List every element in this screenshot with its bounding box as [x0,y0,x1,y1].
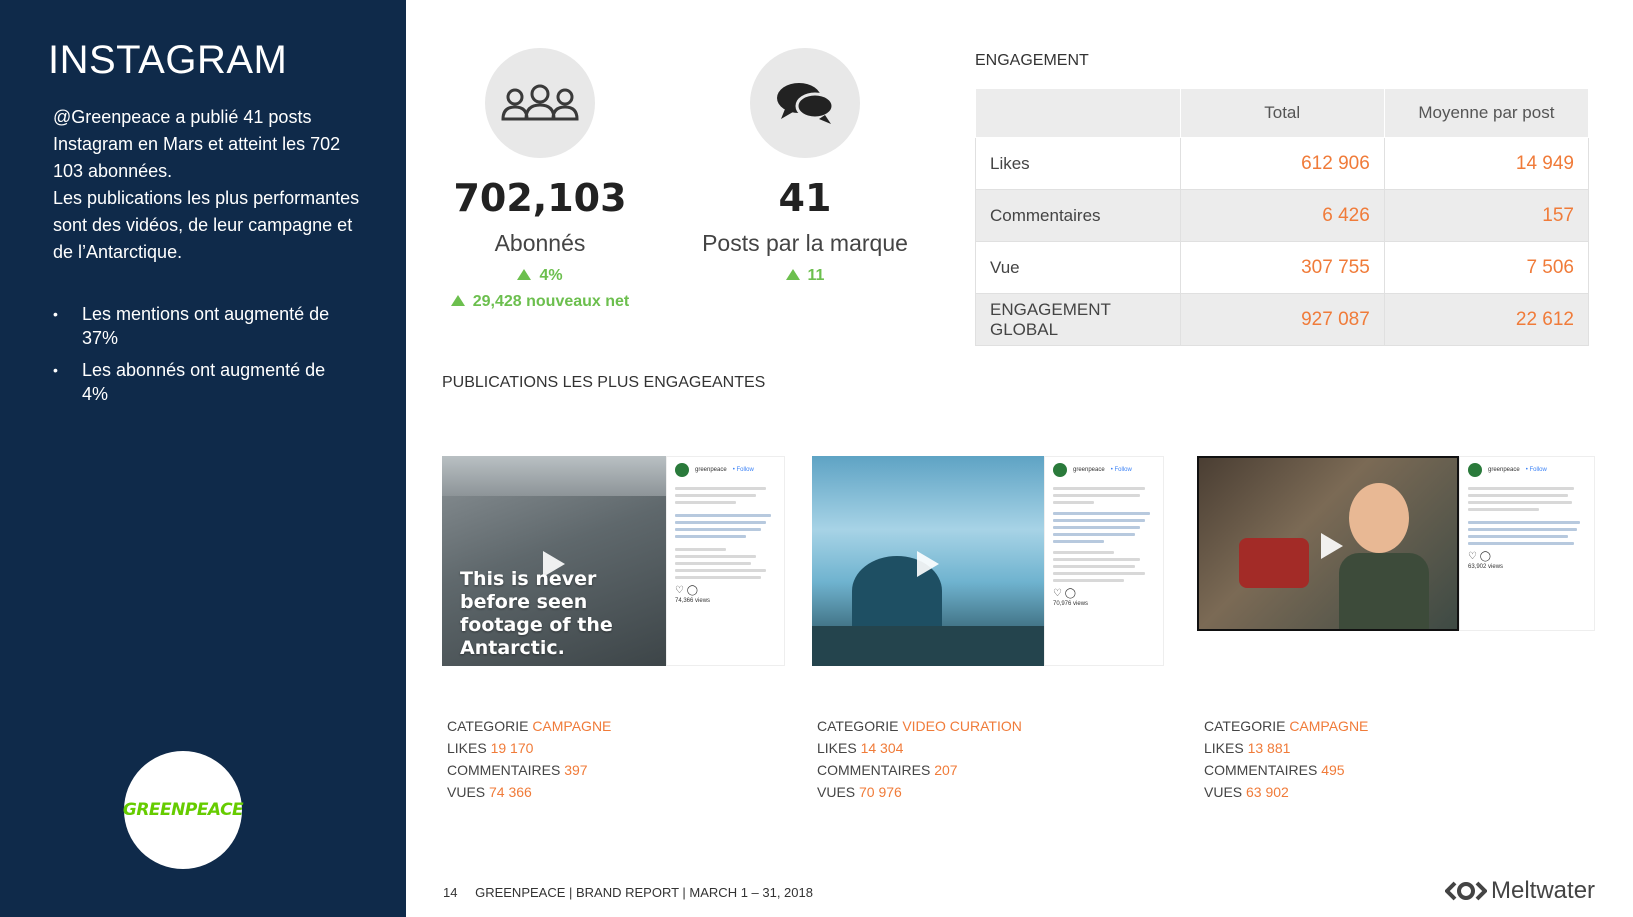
followers-label: Abonnés [494,230,586,256]
like-comment-icons[interactable]: ♡ ◯ [1053,588,1155,599]
category-value: CAMPAGNE [532,718,612,734]
account-name: greenpeace [695,467,727,473]
play-icon[interactable] [1321,533,1343,559]
column-header: Total [1179,88,1385,138]
table-header-row: Total Moyenne par post [975,88,1590,138]
post-details: greenpeace • Follow ♡ ◯ 70,976 views [1044,456,1164,666]
avatar [675,463,689,477]
bullet: • [53,306,58,322]
summary-paragraph-1: @Greenpeace a publié 41 posts Instagram … [53,107,341,181]
posts-label: Posts par la marque [702,230,908,256]
instagram-post-3[interactable]: greenpeace • Follow ♡ ◯ 63,902 views [1197,456,1595,666]
table-row: Vue 307 755 7 506 [975,241,1590,294]
logo-text: GREENPEACE [122,800,244,820]
followers-growth: 4% [425,267,655,285]
likes-value: 19 170 [490,740,534,756]
meltwater-logo: Meltwater [1445,877,1595,905]
report-page: INSTAGRAM @Greenpeace a publié 41 posts … [0,0,1633,917]
highlights-list: • Les mentions ont augmenté de 37% • Les a… [53,302,353,414]
views-value: 70 976 [859,784,902,800]
footer-text: GREENPEACE | BRAND REPORT | MARCH 1 – 31… [475,885,813,900]
posts-stat: 41 Posts par la marque 11 [680,48,930,285]
list-item: • Les abonnés ont augmenté de 4% [53,360,326,404]
greenpeace-logo: GREENPEACE [122,751,244,869]
posts-value: 41 [778,176,832,220]
posts-growth: 11 [680,267,930,285]
column-header [975,88,1181,138]
account-name: greenpeace [1488,467,1520,473]
views-count: 63,902 views [1468,564,1504,570]
page-number: 14 [443,885,458,900]
followers-value: 702,103 [453,176,627,220]
followers-new: 29,428 nouveaux net [425,293,655,311]
followers-stat: 702,103 Abonnés 4% 29,428 nouveaux net [425,48,655,311]
comments-value: 495 [1321,762,1345,778]
page-title: INSTAGRAM [48,38,288,82]
post-details: greenpeace • Follow ♡ ◯ 63,902 views [1459,456,1595,631]
table-row: ENGAGEMENT GLOBAL 927 087 22 612 [975,293,1590,346]
play-icon[interactable] [917,551,939,577]
like-comment-icons[interactable]: ♡ ◯ [675,585,776,596]
comments-value: 397 [564,762,588,778]
likes-value: 13 881 [1247,740,1291,756]
up-arrow-icon [517,269,532,280]
account-name: greenpeace [1073,467,1105,473]
bullet: • [53,362,58,378]
summary-text: @Greenpeace a publié 41 posts Instagram … [53,104,373,266]
video-caption: This is never before seen footage of the… [460,568,613,659]
video-thumbnail[interactable] [812,456,1044,666]
summary-paragraph-2: Les publications les plus performantes s… [53,188,360,262]
like-comment-icons[interactable]: ♡ ◯ [1468,551,1586,562]
views-value: 63 902 [1246,784,1289,800]
instagram-post-1[interactable]: This is never before seen footage of the… [442,456,785,666]
post-details: greenpeace • Follow ♡ ◯ 74,366 views [666,456,785,666]
chat-bubbles-icon [750,48,860,158]
up-arrow-icon [450,295,465,306]
list-item: • Les mentions ont augmenté de 37% [53,304,330,348]
meltwater-wordmark: Meltwater [1491,877,1596,904]
sidebar: INSTAGRAM @Greenpeace a publié 41 posts … [0,0,406,917]
video-thumbnail[interactable]: This is never before seen footage of the… [442,456,666,666]
up-arrow-icon [785,269,800,280]
engagement-table: Total Moyenne par post Likes 612 906 14 … [975,88,1590,346]
publications-title: PUBLICATIONS LES PLUS ENGAGEANTES [442,374,766,391]
views-count: 70,976 views [1053,601,1089,607]
category-value: CAMPAGNE [1289,718,1369,734]
meltwater-logo-icon [1445,881,1487,901]
comments-value: 207 [934,762,958,778]
avatar [1468,463,1482,477]
video-thumbnail[interactable] [1197,456,1459,631]
follow-link[interactable]: • Follow [733,467,754,473]
footer: 14 GREENPEACE | BRAND REPORT | MARCH 1 –… [443,885,813,900]
table-row: Likes 612 906 14 949 [975,137,1590,190]
category-value: VIDEO CURATION [902,718,1022,734]
engagement-title: ENGAGEMENT [975,52,1089,69]
table-row: Commentaires 6 426 157 [975,189,1590,242]
views-value: 74 366 [489,784,532,800]
views-count: 74,366 views [675,598,711,604]
post-2-stats: CATEGORIE VIDEO CURATION LIKES 14 304 CO… [817,718,1022,800]
avatar [1053,463,1067,477]
post-3-stats: CATEGORIE CAMPAGNE LIKES 13 881 COMMENTA… [1204,718,1369,800]
post-1-stats: CATEGORIE CAMPAGNE LIKES 19 170 COMMENTA… [447,718,612,800]
follow-link[interactable]: • Follow [1526,467,1547,473]
column-header: Moyenne par post [1383,88,1590,138]
instagram-post-2[interactable]: greenpeace • Follow ♡ ◯ 70,976 views [812,456,1164,666]
likes-value: 14 304 [860,740,904,756]
users-icon [485,48,595,158]
follow-link[interactable]: • Follow [1111,467,1132,473]
